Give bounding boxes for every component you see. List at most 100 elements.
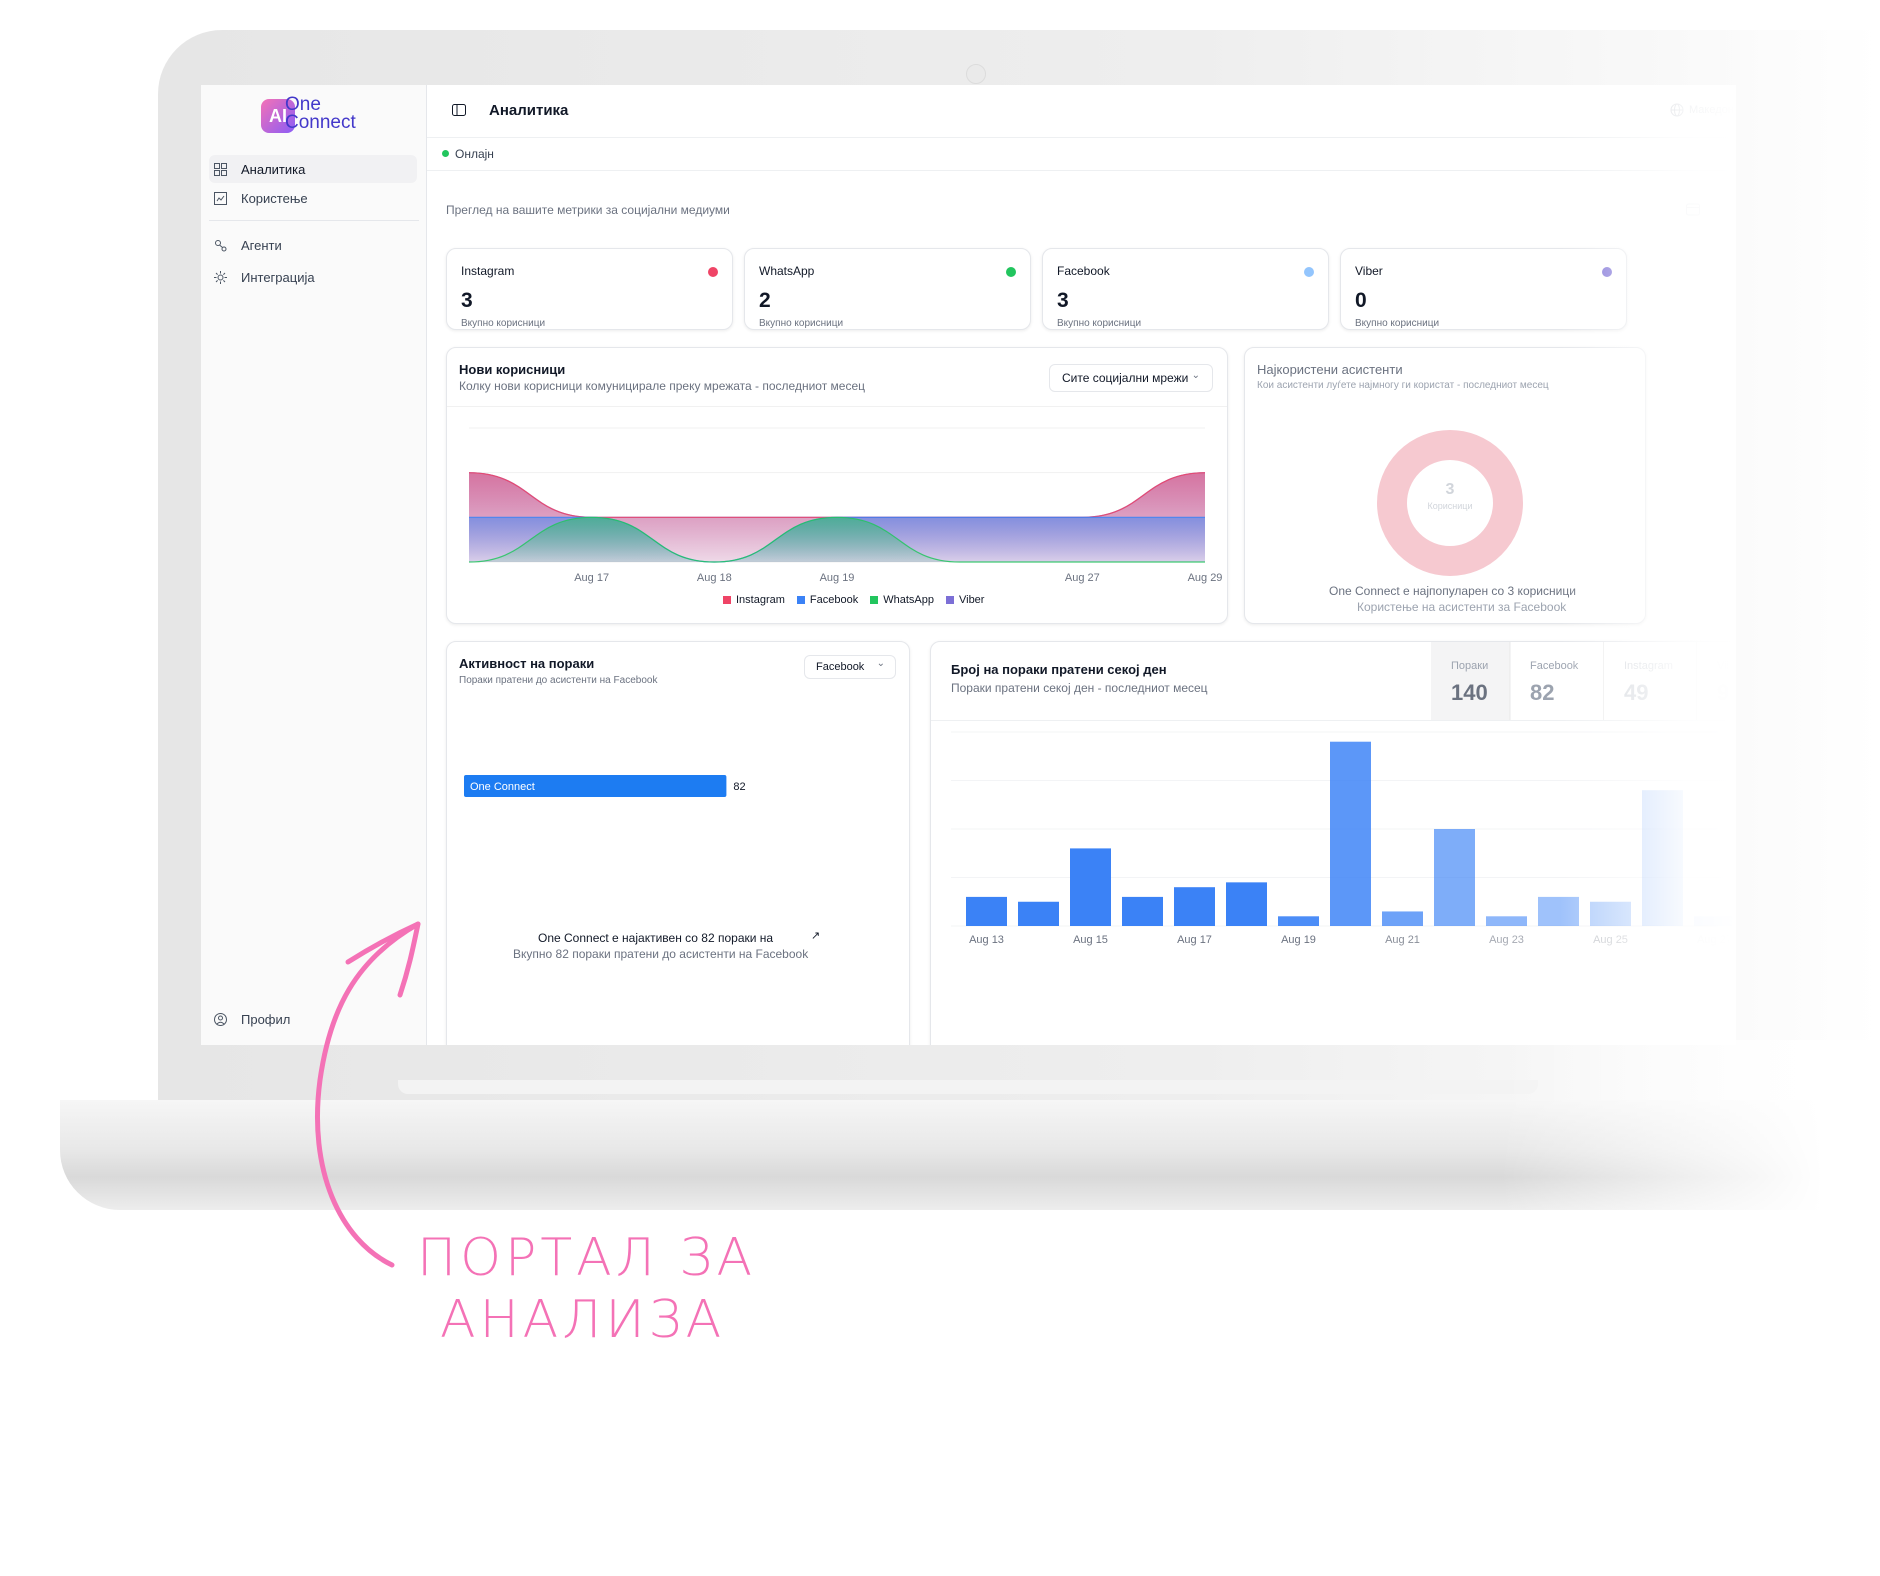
globe-icon[interactable] <box>1670 103 1684 122</box>
legend-swatch <box>796 596 805 604</box>
bar-label: One Connect <box>470 781 535 793</box>
chart-legend: Instagram Facebook WhatsApp Viber <box>723 594 996 606</box>
bar-aug-22 <box>1434 829 1475 926</box>
donut-center-label: Корисници <box>1427 501 1473 511</box>
grid-icon <box>213 162 227 176</box>
agents-icon <box>213 238 227 252</box>
stat-card-whatsapp: WhatsApp 2 Вкупно корисници <box>744 248 1031 330</box>
legend-label: Facebook <box>809 594 859 606</box>
line-viber <box>468 472 1206 518</box>
x-tick-label: Aug 13 <box>969 934 1004 946</box>
stat-name: Facebook <box>1057 264 1110 278</box>
bar-aug-18 <box>1226 882 1267 926</box>
bar-aug-17 <box>1174 887 1215 926</box>
user-circle-icon <box>213 1012 227 1026</box>
sidebar-divider <box>209 220 419 221</box>
sidebar-item-integration[interactable]: Интеграција <box>209 263 417 291</box>
bar-aug-15 <box>1070 848 1111 926</box>
stat-value: 3 <box>1057 289 1069 312</box>
daily-messages-bar-chart: Aug 13 Aug 15 Aug 17 Aug 19 Aug 21 Aug 23 Aug … <box>951 731 1736 946</box>
stat-card-instagram: Instagram 3 Вкупно корисници <box>446 248 733 330</box>
stat-label: Вкупно корисници <box>1057 318 1142 329</box>
sidebar-item-label: Интеграција <box>241 269 315 285</box>
x-tick-label: Aug 17 <box>574 572 609 584</box>
trending-up-icon: ↗ <box>811 930 821 942</box>
language-select[interactable]: Македонски <box>1689 104 1736 116</box>
bar-aug-16 <box>1122 896 1163 926</box>
legend-label: Instagram <box>736 594 785 606</box>
page-title: Аналитика <box>489 102 569 119</box>
bar-aug-13 <box>966 896 1007 926</box>
online-dot <box>442 150 449 157</box>
message-activity-card: Активност на пораки Пораки пратени до ас… <box>446 641 910 1045</box>
legend-item-whatsapp: WhatsApp <box>870 594 934 606</box>
assistants-footer-secondary: Користење на асистенти за Facebook <box>1357 600 1567 614</box>
legend-swatch <box>945 596 954 604</box>
calendar-icon[interactable] <box>1686 202 1700 221</box>
legend-item-instagram: Instagram <box>723 594 785 606</box>
x-tick-label: Aug 25 <box>1593 934 1628 946</box>
sidebar-item-usage[interactable]: Користење <box>209 184 417 212</box>
sidebar-item-analytics[interactable]: Аналитика <box>209 155 417 183</box>
stat-value: 2 <box>759 289 771 312</box>
bar-aug-25 <box>1590 901 1631 926</box>
stat-value: 0 <box>1355 289 1367 312</box>
annotation-line2: АНАЛИЗА <box>440 1290 726 1350</box>
sidebar-item-label: Профил <box>241 1011 291 1027</box>
integration-icon <box>213 270 227 284</box>
x-tick-label: Aug 29 <box>1188 572 1223 584</box>
x-tick-label: Aug 27 <box>1065 572 1100 584</box>
legend-swatch <box>723 596 731 604</box>
base-fade <box>1500 1040 1880 1240</box>
sidebar-toggle-icon[interactable] <box>452 103 466 122</box>
x-tick-label: Aug 21 <box>1385 934 1420 946</box>
sidebar: AI One Connect Аналитика Користење Агент… <box>201 85 427 1045</box>
status-dot <box>1602 267 1612 277</box>
bar-aug-21 <box>1382 911 1423 926</box>
legend-item-facebook: Facebook <box>796 594 859 606</box>
bar-aug-26 <box>1642 790 1683 926</box>
sidebar-item-label: Аналитика <box>241 161 306 177</box>
assistants-footer-primary: One Connect е најпопуларен со 3 корисниц… <box>1329 584 1576 598</box>
donut-center-value: 3 <box>1445 481 1455 498</box>
activity-footer-primary: One Connect е најактивен со 82 пораки на <box>538 931 774 945</box>
logo[interactable]: AI One Connect <box>261 95 371 137</box>
chart-icon <box>213 191 227 205</box>
stat-label: Вкупно корисници <box>759 318 844 329</box>
bar-aug-23 <box>1486 916 1527 926</box>
activity-bar-chart: One Connect 82 <box>464 775 746 797</box>
camera <box>966 64 986 84</box>
stat-card-viber: Viber 0 Вкупно корисници <box>1340 248 1627 330</box>
bar-aug-14 <box>1018 901 1059 926</box>
legend-label: WhatsApp <box>883 594 934 606</box>
bar-aug-27 <box>1694 916 1735 926</box>
x-tick-label: Aug 18 <box>697 572 732 584</box>
daily-messages-card: Број на пораки пратени секој ден Пораки … <box>930 641 1736 1045</box>
top-assistants-card: Најкористени асистенти Кои асистенти луѓ… <box>1244 347 1646 624</box>
bar-aug-19 <box>1278 916 1319 926</box>
online-status: Онлајн <box>455 147 494 161</box>
sidebar-item-label: Агенти <box>241 237 282 253</box>
page-subtitle: Преглед на вашите метрики за социјални м… <box>446 203 730 217</box>
stat-card-facebook: Facebook 3 Вкупно корисници <box>1042 248 1329 330</box>
bar-aug-20 <box>1330 741 1371 926</box>
activity-footer-secondary: Вкупно 82 пораки пратени до асистенти на… <box>513 947 809 961</box>
sidebar-item-agents[interactable]: Агенти <box>209 231 417 259</box>
x-tick-label: Aug 17 <box>1177 934 1212 946</box>
legend-label: Viber <box>958 594 985 606</box>
stat-name: WhatsApp <box>759 264 815 278</box>
stat-name: Viber <box>1355 264 1383 278</box>
annotation-line1: ПОРТАЛ ЗА <box>417 1228 757 1288</box>
status-dot <box>1304 267 1314 277</box>
x-tick-label: Aug 19 <box>1281 934 1316 946</box>
laptop-hinge <box>398 1080 1538 1094</box>
status-dot <box>708 267 718 277</box>
legend-item-viber: Viber <box>945 594 985 606</box>
x-tick-label: Aug 19 <box>820 572 855 584</box>
sidebar-item-label: Користење <box>241 190 308 206</box>
stat-value: 3 <box>461 289 473 312</box>
card-subtitle: Кои асистенти луѓете најмногу ги користа… <box>1257 380 1549 391</box>
stat-name: Instagram <box>461 264 515 278</box>
legend-swatch <box>870 596 879 604</box>
x-tick-label: Aug 23 <box>1489 934 1524 946</box>
